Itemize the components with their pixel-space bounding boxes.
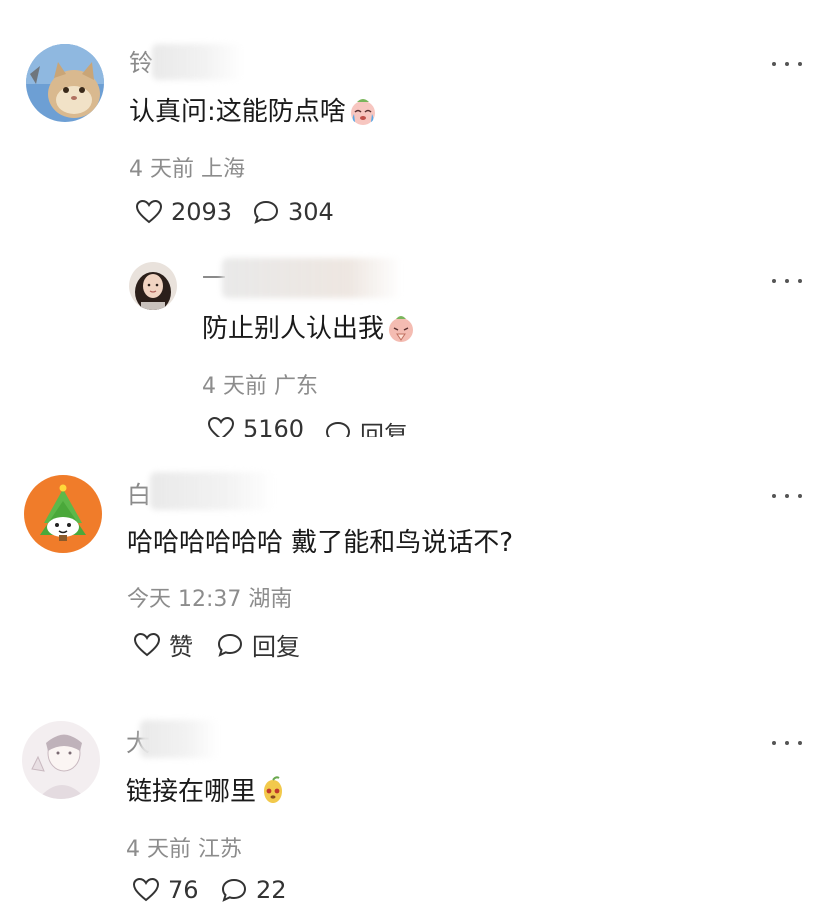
username-row[interactable]: 白 xyxy=(127,474,151,516)
avatar[interactable] xyxy=(24,475,102,553)
comment-bubble-icon xyxy=(325,421,351,437)
praying-face-icon xyxy=(389,316,414,342)
girl-avatar-image xyxy=(129,262,177,310)
comment-text-content: 链接在哪里 xyxy=(126,777,257,807)
comment-bubble-icon xyxy=(221,878,247,902)
comment-list: 铃 认真问:这能防点啥 4 天前 上海 2093 304 一 防止别人认出我 4… xyxy=(0,0,819,921)
comment-text: 防止别人认出我 xyxy=(202,313,416,345)
comment-text-content: 认真问:这能防点啥 xyxy=(129,97,346,127)
more-options-icon[interactable] xyxy=(772,57,802,71)
like-count: 76 xyxy=(168,876,199,904)
like-count: 2093 xyxy=(171,198,233,226)
reply-button[interactable]: 304 xyxy=(252,198,334,226)
username[interactable]: 铃 xyxy=(129,51,153,75)
comment-text: 认真问:这能防点啥 xyxy=(129,96,378,128)
comment-time-location: 今天 12:37 湖南 xyxy=(127,587,293,612)
avatar[interactable] xyxy=(129,262,177,310)
like-button[interactable]: 2093 xyxy=(135,198,232,226)
comment-text: 哈哈哈哈哈哈 戴了能和鸟说话不? xyxy=(127,528,514,558)
reply-label: 回复 xyxy=(252,633,300,661)
like-button[interactable]: 5160 xyxy=(207,415,304,437)
reply-actions-row: 5160 回复 xyxy=(200,405,500,437)
username-blur xyxy=(140,720,218,758)
crying-face-icon xyxy=(350,99,375,125)
like-button[interactable]: 76 xyxy=(132,876,199,904)
heart-icon xyxy=(207,416,235,437)
reply-button[interactable]: 回复 xyxy=(324,415,408,437)
username-blur xyxy=(150,472,275,510)
comment-time-location: 4 天前 广东 xyxy=(202,374,318,399)
comment-bubble-icon xyxy=(217,633,243,657)
heart-icon xyxy=(132,877,160,902)
more-options-icon[interactable] xyxy=(772,274,802,288)
reply-label: 回复 xyxy=(360,421,408,437)
comment-bubble-icon xyxy=(253,200,279,224)
username-row[interactable]: 铃 xyxy=(129,42,153,84)
username-blur xyxy=(152,44,242,80)
reply-button[interactable]: 回复 xyxy=(216,627,300,662)
more-options-icon[interactable] xyxy=(772,489,802,503)
reply-count: 22 xyxy=(256,876,287,904)
username[interactable]: 白 xyxy=(127,483,151,507)
comment-text-content: 防止别人认出我 xyxy=(202,314,385,344)
username-blur xyxy=(222,258,402,298)
reply-count: 304 xyxy=(288,198,334,226)
comment-text: 链接在哪里 xyxy=(126,776,288,808)
reply-button[interactable]: 22 xyxy=(220,876,287,904)
avatar[interactable] xyxy=(26,44,104,122)
like-count: 5160 xyxy=(243,415,305,437)
heart-icon xyxy=(135,199,163,224)
heart-icon xyxy=(133,632,161,656)
like-button[interactable]: 赞 xyxy=(133,627,193,662)
like-label: 赞 xyxy=(169,633,193,661)
tree-avatar-image xyxy=(24,475,102,553)
avatar[interactable] xyxy=(22,721,100,799)
comment-time-location: 4 天前 上海 xyxy=(129,157,245,182)
girl-sketch-avatar-image xyxy=(22,721,100,799)
cat-avatar-image xyxy=(26,44,104,122)
more-options-icon[interactable] xyxy=(772,736,802,750)
pear-face-icon xyxy=(264,776,283,803)
comment-time-location: 4 天前 江苏 xyxy=(126,837,242,862)
